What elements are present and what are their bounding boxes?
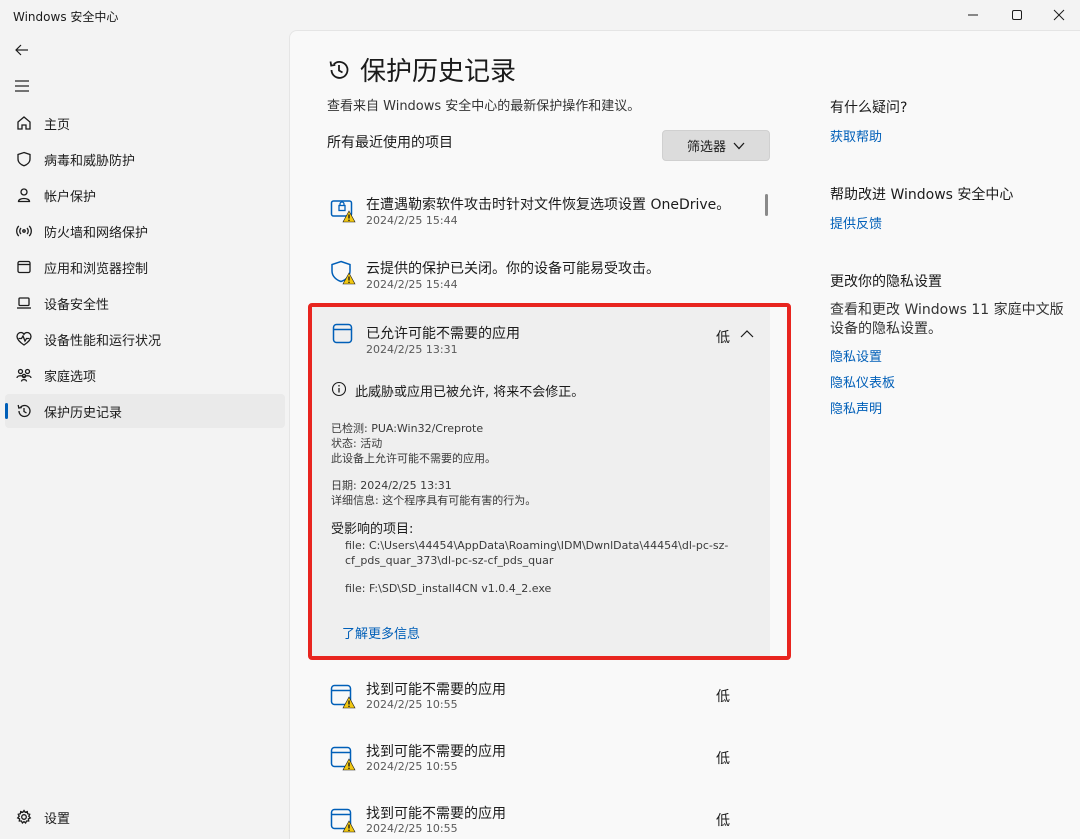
severity-label: 低 — [716, 751, 730, 767]
ransomware-warning-icon — [330, 198, 356, 224]
item-title: 云提供的保护已关闭。你的设备可能易受攻击。 — [366, 261, 660, 277]
privacy-heading: 更改你的隐私设置 — [830, 274, 942, 290]
questions-heading: 有什么疑问? — [830, 100, 908, 116]
history-item[interactable]: 云提供的保护已关闭。你的设备可能易受攻击。 2024/2/25 15:44 — [310, 253, 770, 303]
history-icon — [329, 60, 349, 79]
item-date: 2024/2/25 15:44 — [366, 278, 458, 291]
filter-button[interactable]: 筛选器 — [662, 130, 770, 161]
item-date: 2024/2/25 10:55 — [366, 822, 458, 835]
feedback-section: 帮助改进 Windows 安全中心 提供反馈 — [830, 184, 1013, 232]
main-pane: 保护历史记录 查看来自 Windows 安全中心的最新保护操作和建议。 所有最近… — [289, 30, 1080, 839]
nav-item-firewall[interactable]: 防火墙和网络保护 — [5, 214, 285, 248]
item-date: 2024/2/25 10:55 — [366, 760, 458, 773]
gear-icon — [15, 808, 33, 826]
item-title: 找到可能不需要的应用 — [366, 682, 506, 698]
privacy-settings-link[interactable]: 隐私设置 — [830, 346, 1064, 365]
app-title: Windows 安全中心 — [13, 10, 119, 24]
nav-item-label: 应用和浏览器控制 — [44, 261, 149, 277]
menu-button[interactable] — [12, 76, 32, 96]
questions-section: 有什么疑问? 获取帮助 — [830, 97, 907, 145]
highlight-box — [308, 303, 791, 660]
privacy-description-cont: 设备的隐私设置。 — [830, 321, 942, 337]
maximize-icon — [1012, 10, 1022, 20]
app-warning-icon — [330, 684, 356, 710]
nav-item-label: 帐户保护 — [44, 189, 97, 205]
title-bar: Windows 安全中心 — [0, 0, 1080, 30]
item-title: 找到可能不需要的应用 — [366, 744, 506, 760]
history-item[interactable]: 找到可能不需要的应用 2024/2/25 10:55 低 — [310, 738, 770, 793]
get-help-link[interactable]: 获取帮助 — [830, 126, 907, 145]
wifi-icon — [15, 222, 33, 240]
nav-item-virus-protection[interactable]: 病毒和威胁防护 — [5, 142, 285, 176]
item-date: 2024/2/25 15:44 — [366, 214, 458, 227]
maximize-button[interactable] — [994, 0, 1040, 30]
back-arrow-icon — [15, 44, 28, 56]
item-title: 找到可能不需要的应用 — [366, 806, 506, 822]
filter-label: 筛选器 — [686, 140, 726, 155]
family-icon — [15, 366, 33, 384]
nav-item-home[interactable]: 主页 — [5, 106, 285, 140]
nav-item-device-security[interactable]: 设备安全性 — [5, 286, 285, 320]
nav-item-device-performance[interactable]: 设备性能和运行状况 — [5, 322, 285, 356]
person-icon — [15, 186, 33, 204]
nav-item-label: 设备安全性 — [44, 297, 110, 313]
feedback-heading: 帮助改进 Windows 安全中心 — [830, 187, 1014, 203]
feedback-link[interactable]: 提供反馈 — [830, 213, 1013, 232]
close-icon — [1053, 9, 1065, 21]
nav-item-label: 保护历史记录 — [44, 405, 123, 421]
nav-item-label: 主页 — [44, 117, 71, 133]
page-subtitle: 查看来自 Windows 安全中心的最新保护操作和建议。 — [327, 99, 641, 114]
history-item[interactable]: 找到可能不需要的应用 2024/2/25 10:55 低 — [310, 676, 770, 731]
nav-item-account-protection[interactable]: 帐户保护 — [5, 178, 285, 212]
privacy-statement-link[interactable]: 隐私声明 — [830, 398, 1064, 417]
nav-item-label: 设置 — [44, 811, 71, 827]
heart-pulse-icon — [15, 330, 33, 348]
back-button[interactable] — [12, 40, 32, 60]
privacy-description: 查看和更改 Windows 11 家庭中文版 — [830, 302, 1064, 318]
history-icon — [15, 402, 33, 420]
minimize-button[interactable] — [950, 0, 996, 30]
app-warning-icon — [330, 808, 356, 834]
nav-item-settings[interactable]: 设置 — [5, 800, 285, 834]
privacy-dashboard-link[interactable]: 隐私仪表板 — [830, 372, 1064, 391]
home-icon — [15, 114, 33, 132]
item-title: 在遭遇勒索软件攻击时针对文件恢复选项设置 OneDrive。 — [366, 197, 731, 213]
close-button[interactable] — [1036, 0, 1080, 30]
hamburger-icon — [15, 80, 29, 92]
history-item[interactable]: 在遭遇勒索软件攻击时针对文件恢复选项设置 OneDrive。 2024/2/25… — [310, 191, 770, 241]
nav-item-label: 家庭选项 — [44, 369, 97, 385]
severity-label: 低 — [716, 813, 730, 829]
chevron-down-icon — [733, 142, 745, 149]
page-title: 保护历史记录 — [360, 57, 517, 87]
app-window-icon — [15, 258, 33, 276]
shield-warning-icon — [330, 260, 356, 286]
nav-item-app-browser-control[interactable]: 应用和浏览器控制 — [5, 250, 285, 284]
nav-item-label: 防火墙和网络保护 — [44, 225, 149, 241]
history-item[interactable]: 找到可能不需要的应用 2024/2/25 10:55 低 — [310, 800, 770, 839]
minimize-icon — [968, 14, 978, 16]
laptop-icon — [15, 294, 33, 312]
app-warning-icon — [330, 746, 356, 772]
shield-icon — [15, 150, 33, 168]
page-header: 保护历史记录 — [327, 51, 516, 88]
privacy-section: 更改你的隐私设置 查看和更改 Windows 11 家庭中文版 设备的隐私设置。… — [830, 271, 1064, 417]
selection-indicator — [5, 403, 8, 419]
nav-item-family-options[interactable]: 家庭选项 — [5, 358, 285, 392]
nav-item-label: 设备性能和运行状况 — [44, 333, 162, 349]
nav-item-protection-history[interactable]: 保护历史记录 — [5, 394, 285, 428]
section-label: 所有最近使用的项目 — [327, 135, 453, 151]
severity-label: 低 — [716, 689, 730, 705]
item-date: 2024/2/25 10:55 — [366, 698, 458, 711]
nav-item-label: 病毒和威胁防护 — [44, 153, 136, 169]
